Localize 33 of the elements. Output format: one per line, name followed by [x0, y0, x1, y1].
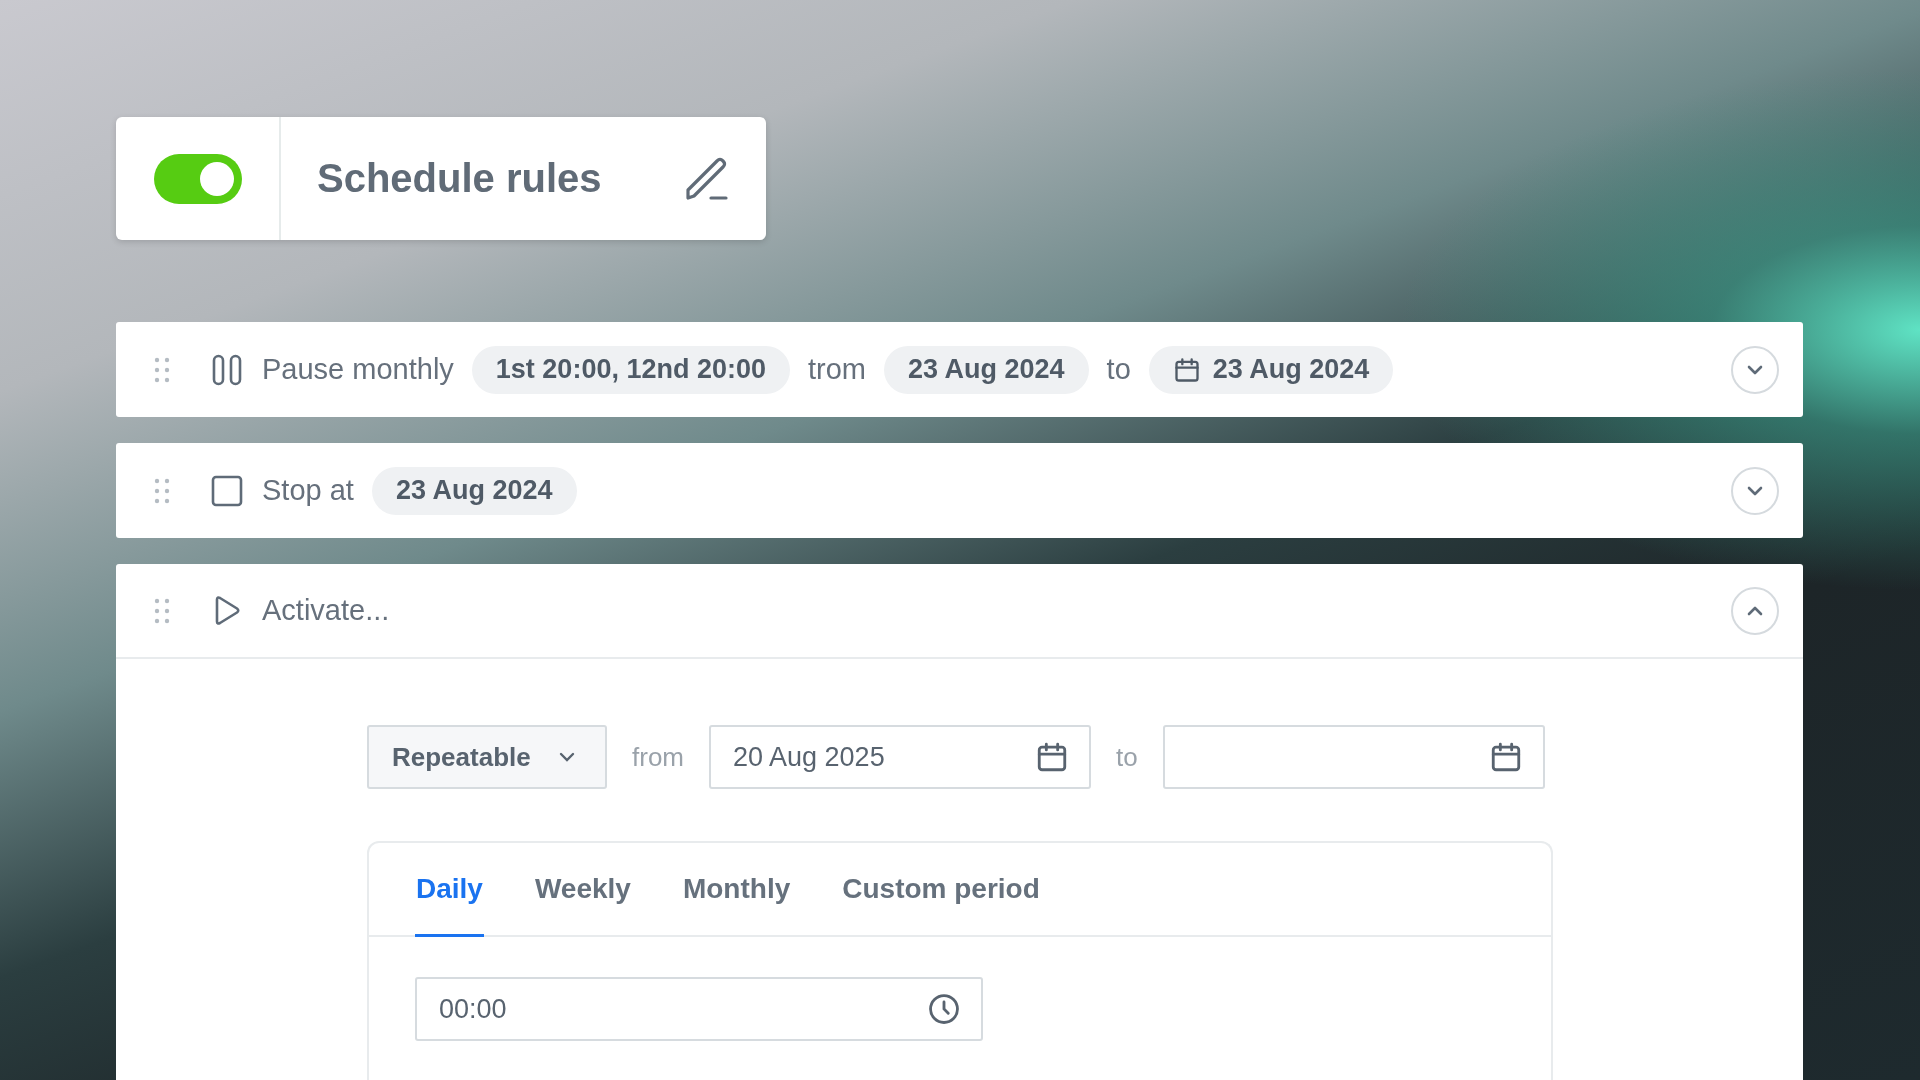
value-chip[interactable]: 23 Aug 2024 — [884, 345, 1089, 394]
rule-label: Activate... — [262, 594, 390, 627]
drag-handle-icon[interactable] — [154, 597, 170, 624]
drag-handle-icon[interactable] — [154, 356, 170, 383]
pause-icon — [210, 352, 244, 387]
expand-button[interactable] — [1731, 345, 1779, 394]
period-tab[interactable]: Weekly — [533, 843, 632, 937]
date-field[interactable] — [1162, 725, 1545, 789]
to-label: to — [1116, 741, 1138, 773]
value-chip[interactable]: 1st 20:00, 12nd 20:00 — [471, 345, 790, 394]
period-tab[interactable]: Daily — [415, 843, 484, 937]
date-field[interactable]: 20 Aug 2025 — [709, 725, 1091, 789]
card-title: Schedule rules — [317, 156, 602, 201]
calendar-icon — [1172, 355, 1201, 384]
rule-label: trom — [808, 353, 866, 386]
rule-label: to — [1106, 353, 1131, 386]
drag-handle-icon[interactable] — [154, 477, 170, 504]
clock-icon — [927, 992, 961, 1026]
mode-dropdown[interactable]: Repeatable — [367, 725, 607, 789]
period-tab[interactable]: Monthly — [681, 843, 792, 937]
toggle-switch[interactable] — [153, 153, 242, 204]
expand-button[interactable] — [1731, 466, 1779, 515]
stop-icon — [210, 473, 244, 508]
collapse-button[interactable] — [1731, 586, 1779, 635]
pencil-icon[interactable] — [684, 155, 730, 202]
date-chip[interactable]: 23 Aug 2024 — [1148, 345, 1394, 394]
value-chip[interactable]: 23 Aug 2024 — [371, 466, 577, 515]
rule-label: Stop at — [262, 474, 354, 507]
time-field[interactable]: 00:00 — [415, 977, 983, 1041]
rule-label: Pause monthly — [262, 353, 454, 386]
period-tab[interactable]: Custom period — [841, 843, 1041, 937]
calendar-icon — [1035, 740, 1069, 774]
from-label: from — [632, 741, 684, 773]
